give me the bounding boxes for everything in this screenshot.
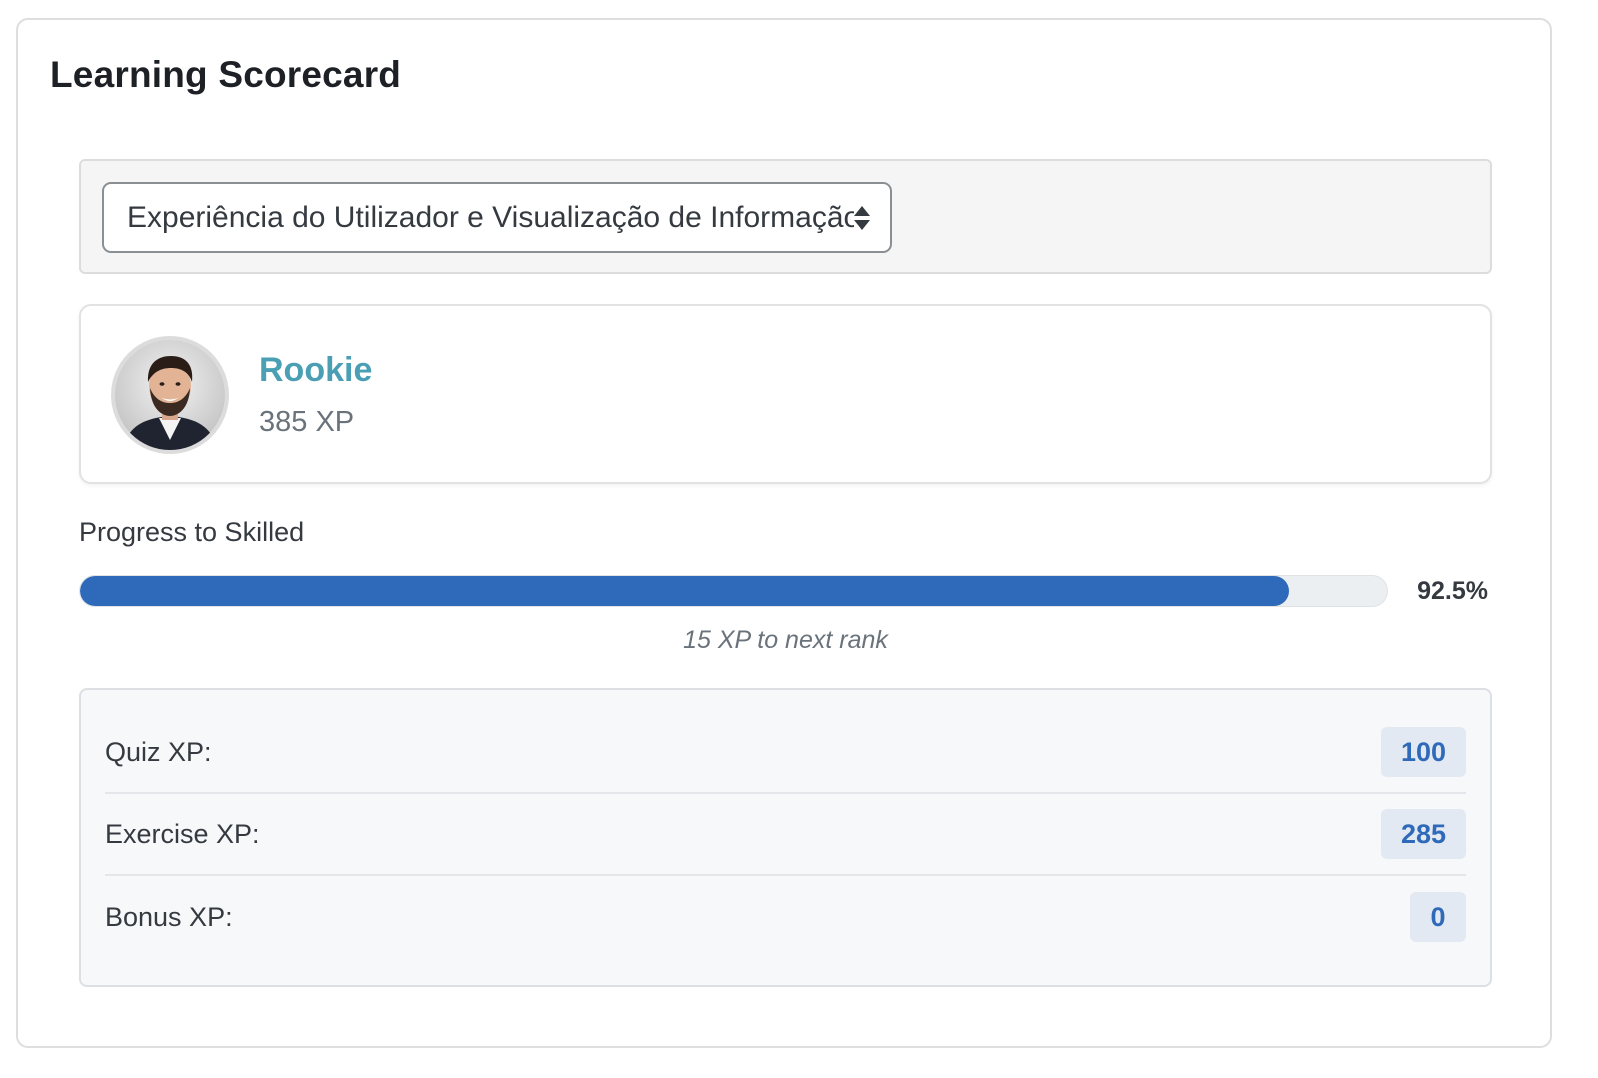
course-select[interactable]: Experiência do Utilizador e Visualização… bbox=[102, 182, 892, 253]
progress-label: Progress to Skilled bbox=[79, 517, 305, 547]
progress-bar bbox=[79, 575, 1388, 607]
course-select-value: Experiência do Utilizador e Visualização… bbox=[127, 200, 854, 234]
xp-row-label: Bonus XP: bbox=[105, 901, 233, 932]
xp-total: 385 XP bbox=[259, 406, 355, 438]
xp-value-badge: 0 bbox=[1410, 892, 1466, 942]
course-selector-panel: Experiência do Utilizador e Visualização… bbox=[79, 159, 1492, 274]
page-title: Learning Scorecard bbox=[50, 54, 402, 95]
avatar bbox=[111, 336, 229, 454]
xp-row-label: Quiz XP: bbox=[105, 736, 212, 767]
xp-row-bonus: Bonus XP: 0 bbox=[105, 876, 1466, 958]
progress-bar-fill bbox=[80, 576, 1289, 606]
scorecard-card: Learning Scorecard Experiência do Utiliz… bbox=[16, 18, 1552, 1048]
next-rank-note: 15 XP to next rank bbox=[683, 626, 888, 654]
xp-breakdown-panel: Quiz XP: 100 Exercise XP: 285 Bonus XP: … bbox=[79, 688, 1492, 987]
select-arrows-icon bbox=[854, 205, 870, 230]
xp-value-badge: 100 bbox=[1380, 727, 1466, 777]
profile-card: Rookie 385 XP bbox=[79, 304, 1492, 484]
xp-row-label: Exercise XP: bbox=[105, 818, 260, 849]
progress-percent: 92.5% bbox=[1417, 577, 1488, 605]
xp-row-exercise: Exercise XP: 285 bbox=[105, 794, 1466, 876]
rank-name: Rookie bbox=[259, 351, 373, 389]
xp-row-quiz: Quiz XP: 100 bbox=[105, 712, 1466, 794]
xp-value-badge: 285 bbox=[1380, 809, 1466, 859]
